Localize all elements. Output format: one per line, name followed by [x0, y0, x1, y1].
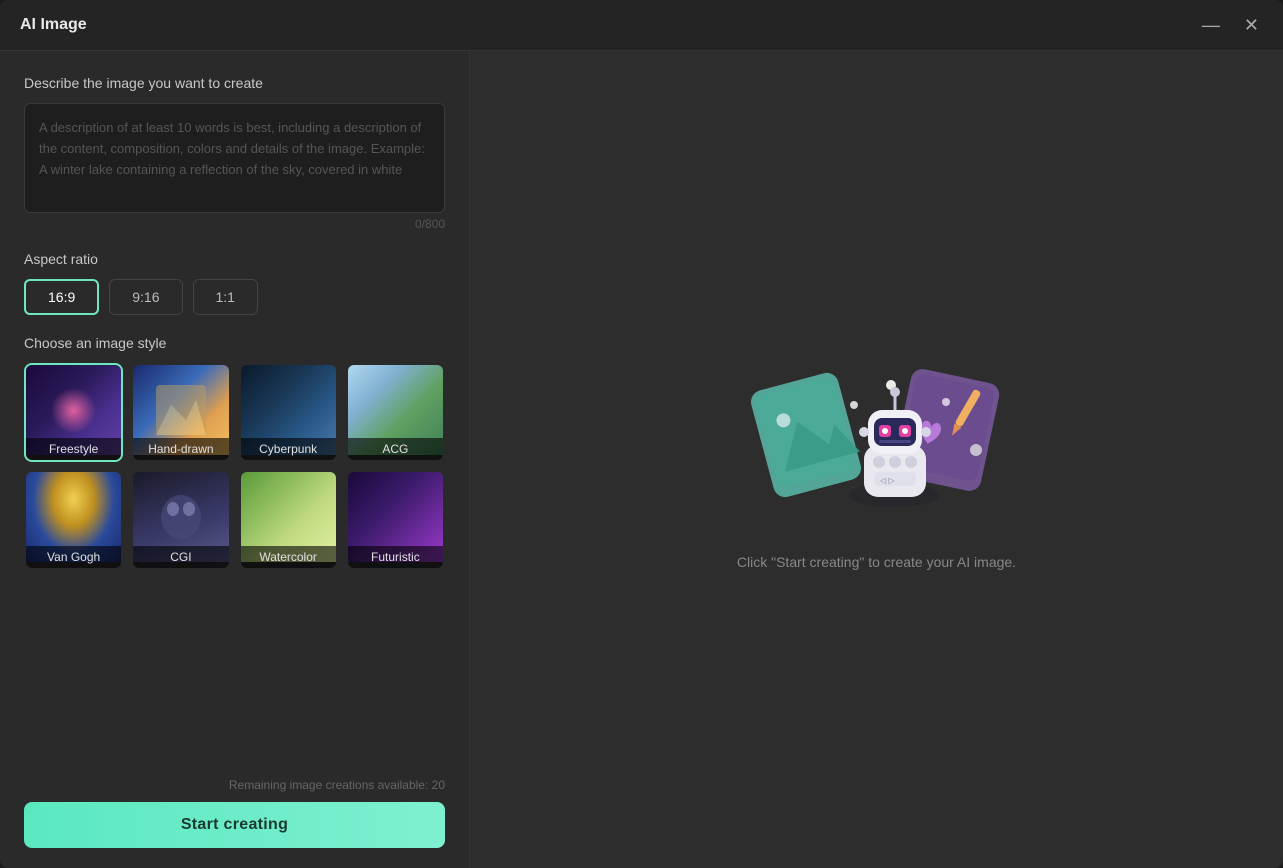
aspect-btn-9-16[interactable]: 9:16: [109, 279, 182, 315]
description-label: Describe the image you want to create: [24, 75, 445, 91]
preview-hint: Click "Start creating" to create your AI…: [737, 554, 1016, 570]
window-title: AI Image: [20, 16, 87, 34]
style-handdrawn-label: Hand-drawn: [133, 438, 228, 460]
style-vangogh-label: Van Gogh: [26, 546, 121, 568]
left-panel: Describe the image you want to create 0/…: [0, 51, 470, 868]
style-watercolor[interactable]: Watercolor: [239, 470, 338, 569]
remaining-text: Remaining image creations available: 20: [24, 778, 445, 792]
style-futuristic-label: Futuristic: [348, 546, 443, 568]
style-cyberpunk[interactable]: Cyberpunk: [239, 363, 338, 462]
style-section: Choose an image style Freestyle: [24, 335, 445, 570]
style-handdrawn[interactable]: Hand-drawn: [131, 363, 230, 462]
style-cgi-label: CGI: [133, 546, 228, 568]
description-input[interactable]: [24, 103, 445, 213]
style-cgi[interactable]: CGI: [131, 470, 230, 569]
style-section-label: Choose an image style: [24, 335, 445, 351]
style-vangogh[interactable]: Van Gogh: [24, 470, 123, 569]
style-futuristic[interactable]: Futuristic: [346, 470, 445, 569]
aspect-ratio-section: Aspect ratio 16:9 9:16 1:1: [24, 251, 445, 315]
close-button[interactable]: ✕: [1240, 14, 1263, 36]
minimize-button[interactable]: —: [1198, 14, 1224, 36]
right-panel: ◁ ▷ Click "Start creating" to create you…: [470, 51, 1283, 868]
style-freestyle-label: Freestyle: [26, 438, 121, 460]
titlebar: AI Image — ✕: [0, 0, 1283, 51]
aspect-ratio-label: Aspect ratio: [24, 251, 445, 267]
style-grid: Freestyle Hand-drawn Cyberp: [24, 363, 445, 570]
svg-text:◁ ▷: ◁ ▷: [880, 476, 895, 485]
style-watercolor-label: Watercolor: [241, 546, 336, 568]
char-count: 0/800: [24, 217, 445, 231]
style-acg[interactable]: ACG: [346, 363, 445, 462]
style-cyberpunk-label: Cyberpunk: [241, 438, 336, 460]
window-controls: — ✕: [1198, 14, 1263, 36]
aspect-btn-1-1[interactable]: 1:1: [193, 279, 258, 315]
aspect-btn-16-9[interactable]: 16:9: [24, 279, 99, 315]
style-acg-label: ACG: [348, 438, 443, 460]
app-window: AI Image — ✕ Describe the image you want…: [0, 0, 1283, 868]
aspect-buttons: 16:9 9:16 1:1: [24, 279, 445, 315]
style-freestyle[interactable]: Freestyle: [24, 363, 123, 462]
illustration-area: ◁ ▷ Click "Start creating" to create you…: [737, 350, 1016, 570]
main-content: Describe the image you want to create 0/…: [0, 51, 1283, 868]
robot-illustration: ◁ ▷: [746, 350, 1006, 530]
start-creating-button[interactable]: Start creating: [24, 802, 445, 848]
footer-area: Remaining image creations available: 20 …: [24, 762, 445, 848]
